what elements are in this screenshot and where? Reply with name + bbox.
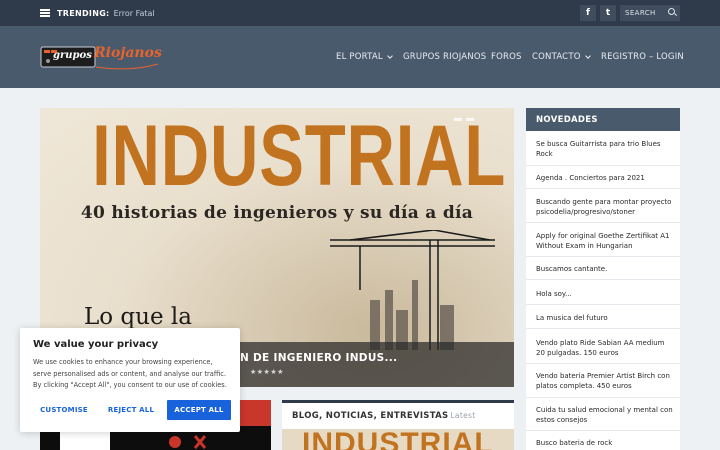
news-item[interactable]: Vendo plato Ride Sabian AA medium 20 pul… [536,338,674,358]
news-item[interactable]: Apply for original Goethe Zertifikat A1 … [536,231,674,251]
twitter-icon[interactable]: t [600,5,616,21]
facebook-icon[interactable]: f [580,5,596,21]
post-card-image: INDUSTRIAL [282,429,514,450]
rating-stars: ★★★★★ [250,368,284,376]
search-input[interactable] [625,9,665,17]
nav-grupos-riojanos[interactable]: GRUPOS RIOJANOS [403,52,486,62]
news-item[interactable]: Se busca Guitarrista para trio Blues Roc… [536,139,674,159]
cookie-consent-banner: We value your privacy We use cookies to … [20,328,240,432]
news-item[interactable]: Buscando gente para montar proyecto psic… [536,197,674,217]
crane-illustration [330,230,495,350]
nav-label: EL PORTAL [336,52,383,62]
nav-foros[interactable]: FOROS [491,52,522,62]
logo-text: grupos [53,50,92,61]
nav-label: CONTACTO [532,52,581,62]
news-item[interactable]: Busco bateria de rock [536,438,674,448]
hamburger-menu-icon[interactable] [40,9,50,17]
chevron-down-icon [584,52,591,59]
section-title: BLOG, NOTICIAS, ENTREVISTAS [292,411,449,421]
reject-all-button[interactable]: REJECT ALL [100,400,162,420]
site-logo[interactable]: grupos Riojanos [40,42,162,72]
news-item[interactable]: Cuida tu salud emocional y mental con es… [536,405,674,425]
search-box [620,5,680,21]
post-card-image-text: INDUSTRIAL [302,429,494,450]
news-item[interactable]: Hola soy... [536,289,674,299]
news-item[interactable]: Agenda . Conciertos para 2021 [536,173,674,183]
trending-label: TRENDING: [57,8,110,18]
hero-lead-text: Lo que la [84,304,192,330]
news-item[interactable]: La musica del futuro [536,313,674,323]
sidebar-novedades: NOVEDADES Se busca Guitarrista para trio… [526,108,680,450]
chevron-down-icon [386,52,393,59]
nav-label: REGISTRO – LOGIN [601,52,684,62]
cookie-actions: CUSTOMISE REJECT ALL ACCEPT ALL [33,400,231,420]
cookie-description: We use cookies to enhance your browsing … [33,358,227,389]
nav-label: GRUPOS RIOJANOS [403,52,487,62]
nav-contacto[interactable]: CONTACTO [532,52,591,62]
cookie-title: We value your privacy [33,339,159,350]
section-heading: BLOG, NOTICIAS, ENTREVISTAS Latest [292,411,475,421]
sidebar-title: NOVEDADES [526,108,680,131]
customise-button[interactable]: CUSTOMISE [33,400,95,420]
nav-el-portal[interactable]: EL PORTAL [336,52,393,62]
post-card-blog[interactable]: BLOG, NOTICIAS, ENTREVISTAS Latest INDUST… [282,400,514,450]
hero-subtitle: 40 historias de ingenieros y su día a dí… [80,203,474,223]
latest-label: Latest [450,411,476,420]
nav-label: FOROS [491,52,522,62]
news-item[interactable]: Vendo bateria Premier Artist Birch con p… [536,371,674,391]
accept-all-button[interactable]: ACCEPT ALL [167,400,231,420]
trending-link[interactable]: Error Fatal [114,9,155,18]
nav-registro-login[interactable]: REGISTRO – LOGIN [601,52,684,62]
hero-title: INDUSTRIAL [92,108,507,204]
logo-text-accent: Riojanos [94,45,162,61]
news-item[interactable]: Buscamos cantante. [536,264,674,274]
search-icon[interactable] [668,8,675,15]
slider-indicator [454,118,474,121]
hero-caption-title[interactable]: N DE INGENIERO INDUS... [240,352,397,364]
